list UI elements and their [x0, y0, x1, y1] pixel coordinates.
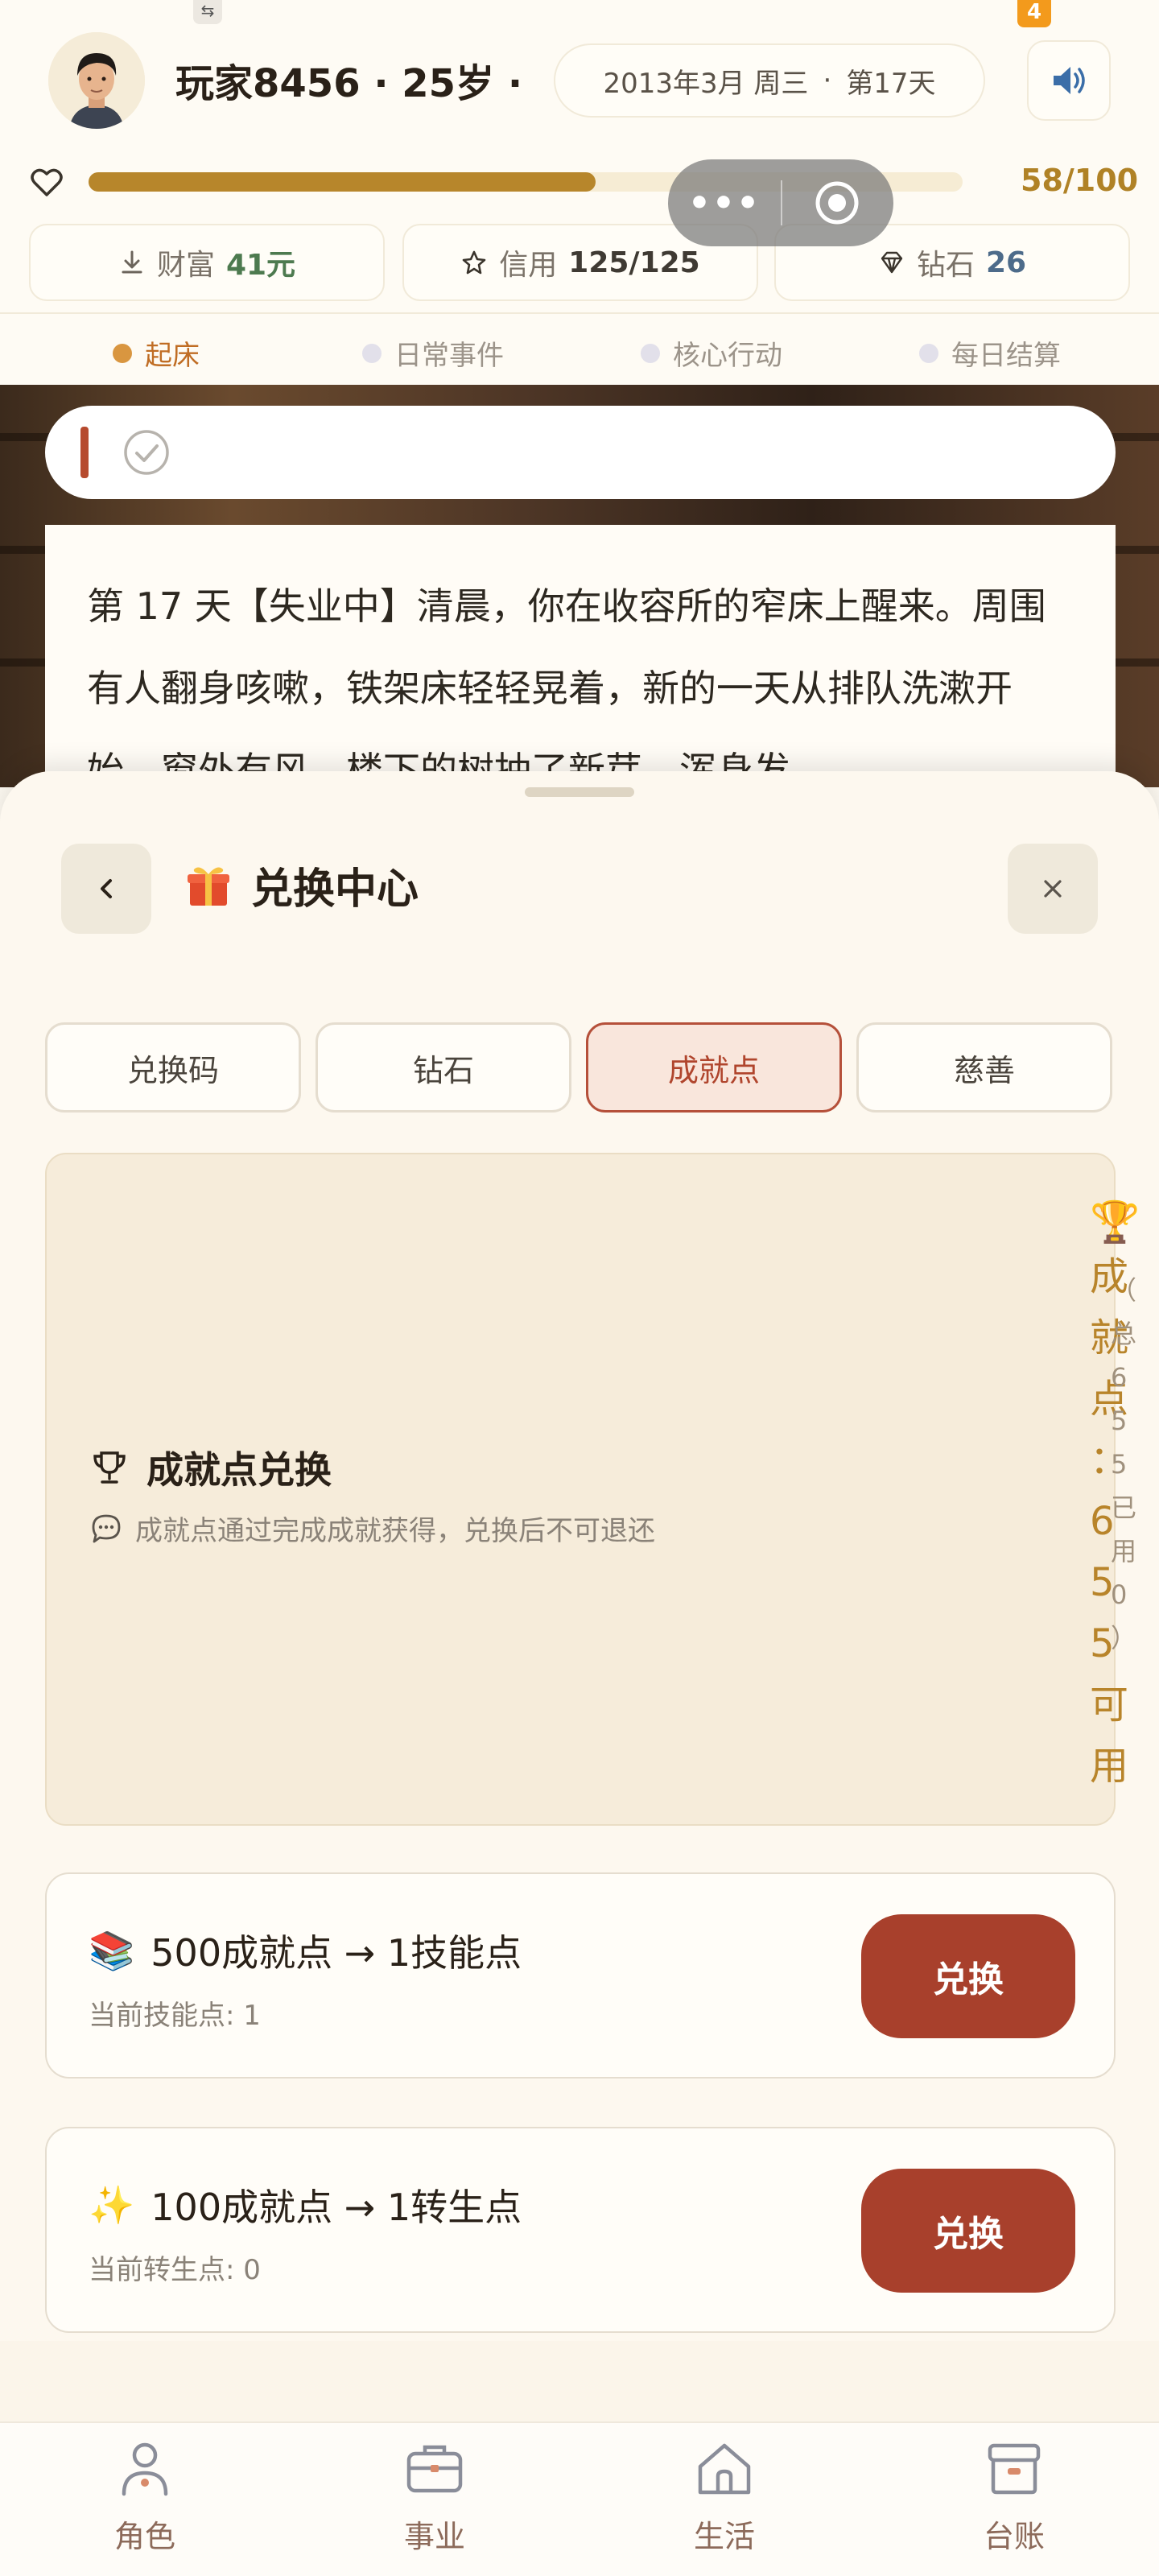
tab-redeem-code[interactable]: 兑换码: [45, 1022, 301, 1113]
tab-charity[interactable]: 慈善: [856, 1022, 1112, 1113]
vertical-char: ）: [1111, 1623, 1137, 1653]
total-points-text: （ 总 6 5 5 已用 0 ）: [1111, 1269, 1143, 1660]
exchange-skill-point-button[interactable]: 兑换: [861, 1914, 1075, 2038]
sheet-title: 兑换中心: [184, 855, 419, 915]
miniprogram-capsule: •••: [668, 159, 893, 246]
credit-label: 信用: [499, 249, 558, 282]
wealth-stat[interactable]: 财富 41元: [29, 224, 385, 301]
vertical-char: 用: [1090, 1744, 1129, 1789]
diamond-icon: [881, 251, 903, 274]
chevron-left-icon: [101, 879, 112, 898]
phase-dot: [919, 343, 938, 363]
player-name: 玩家8456: [175, 61, 361, 106]
close-miniprogram-button[interactable]: [782, 180, 892, 225]
diamond-label: 钻石: [916, 249, 975, 282]
star-icon: [462, 250, 486, 275]
story-card: 第 17 天【失业中】清晨，你在收容所的窄床上醒来。周围有人翻身咳嗽，铁架床轻轻…: [45, 525, 1116, 799]
vertical-char: 总: [1111, 1319, 1137, 1349]
nav-career[interactable]: 事业: [346, 2436, 523, 2556]
date-text: 2013年3月 周三: [603, 67, 809, 100]
nav-ledger[interactable]: 台账: [926, 2436, 1103, 2556]
check-circle-icon[interactable]: [122, 428, 171, 477]
exchange-rebirth-point-button[interactable]: 兑换: [861, 2169, 1075, 2293]
briefcase-icon: [406, 2445, 463, 2493]
vertical-char: 已: [1111, 1492, 1137, 1523]
exchange-skill-point-card: 📚 500成就点 → 1技能点 当前技能点: 1 兑换: [45, 1872, 1116, 2079]
nav-role[interactable]: 角色: [56, 2436, 233, 2556]
wealth-label: 财富: [156, 249, 215, 282]
close-icon: [1044, 880, 1062, 898]
vertical-char: （: [1111, 1275, 1137, 1306]
wealth-value: 41元: [225, 249, 296, 282]
home-icon: [698, 2443, 751, 2495]
status-badge-left: ⇆: [193, 0, 222, 24]
more-menu-button[interactable]: •••: [668, 183, 781, 224]
tab-achievement-points[interactable]: 成就点: [586, 1022, 842, 1113]
system-gesture-area: [0, 2560, 1159, 2576]
exchange-title: 📚 500成就点 → 1技能点: [89, 1928, 522, 1975]
exchange-subtitle: 当前转生点: 0: [89, 2254, 261, 2286]
exchange-title: ✨ 100成就点 → 1转生点: [89, 2182, 522, 2230]
chat-bubble-icon: [92, 1514, 121, 1542]
credit-value: 125/125: [568, 246, 700, 279]
bottom-nav: 角色 事业 生活 台账: [0, 2421, 1159, 2576]
vertical-char: 5: [1111, 1449, 1128, 1480]
phase-bar: 起床 日常事件 核心行动 每日结算: [0, 312, 1159, 386]
nav-life[interactable]: 生活: [636, 2436, 813, 2556]
vertical-char: 可: [1090, 1682, 1129, 1728]
person-icon: [122, 2442, 168, 2496]
speaker-icon: [1054, 67, 1085, 94]
sheet-footer: [0, 2341, 1159, 2421]
hp-bar-fill: [89, 172, 596, 192]
exchange-subtitle: 当前技能点: 1: [89, 2000, 261, 2032]
gift-icon: [188, 867, 229, 906]
text-cursor: [80, 427, 89, 478]
vertical-char: 用: [1111, 1536, 1137, 1567]
exchange-rebirth-point-card: ✨ 100成就点 → 1转生点 当前转生点: 0 兑换: [45, 2127, 1116, 2333]
hp-text: 58/100: [1021, 163, 1139, 198]
player-age: 25岁: [402, 61, 495, 106]
date-pill: 2013年3月 周三 · 第17天: [554, 43, 985, 118]
trophy-icon: [93, 1451, 126, 1484]
trophy-emoji-icon: 🏆: [1090, 1199, 1140, 1245]
avatar[interactable]: [48, 32, 145, 129]
phase-wakeup[interactable]: 起床: [113, 333, 200, 373]
status-badge-right: 4: [1017, 0, 1051, 27]
phase-daily-settlement[interactable]: 每日结算: [919, 333, 1061, 373]
achievement-points-total: （ 总 6 5 5 已用 0 ）: [1111, 1269, 1143, 1660]
achievement-info-panel: 成就点兑换 成就点通过完成成就获得，兑换后不可退还: [45, 1153, 1116, 1826]
story-progress-bar: [45, 406, 1116, 499]
tab-diamonds[interactable]: 钻石: [316, 1022, 571, 1113]
vertical-char: 0: [1111, 1579, 1128, 1610]
vertical-char: 6: [1111, 1362, 1128, 1393]
back-button[interactable]: [61, 844, 151, 934]
exchange-center-sheet: 兑换中心 兑换码 钻石 成就点 慈善 成就点兑换 成就点通过完成成就获得，兑换后…: [0, 771, 1159, 2421]
sheet-handle[interactable]: [525, 787, 634, 797]
player-title: 玩家8456 · 25岁 ·: [175, 61, 523, 106]
books-icon: 📚: [89, 1928, 135, 1972]
achievement-title: 成就点兑换: [89, 1441, 332, 1494]
close-button[interactable]: [1008, 844, 1098, 934]
story-text: 第 17 天【失业中】清晨，你在收容所的窄床上醒来。周围有人翻身咳嗽，铁架床轻轻…: [87, 584, 1046, 792]
heart-icon: [31, 168, 63, 196]
phase-daily-events[interactable]: 日常事件: [362, 333, 504, 373]
phase-dot: [362, 343, 382, 363]
target-icon: [815, 181, 859, 225]
download-icon: [122, 250, 142, 274]
phase-dot: [113, 343, 132, 363]
achievement-description: 成就点通过完成成就获得，兑换后不可退还: [89, 1509, 655, 1548]
archive-box-icon: [988, 2443, 1041, 2495]
day-counter: 第17天: [846, 67, 936, 100]
phase-dot: [641, 343, 660, 363]
sound-button[interactable]: [1027, 40, 1111, 121]
vertical-char: 5: [1111, 1406, 1128, 1436]
phase-core-action[interactable]: 核心行动: [641, 333, 782, 373]
sparkles-icon: ✨: [89, 2182, 135, 2227]
diamond-value: 26: [985, 246, 1027, 279]
